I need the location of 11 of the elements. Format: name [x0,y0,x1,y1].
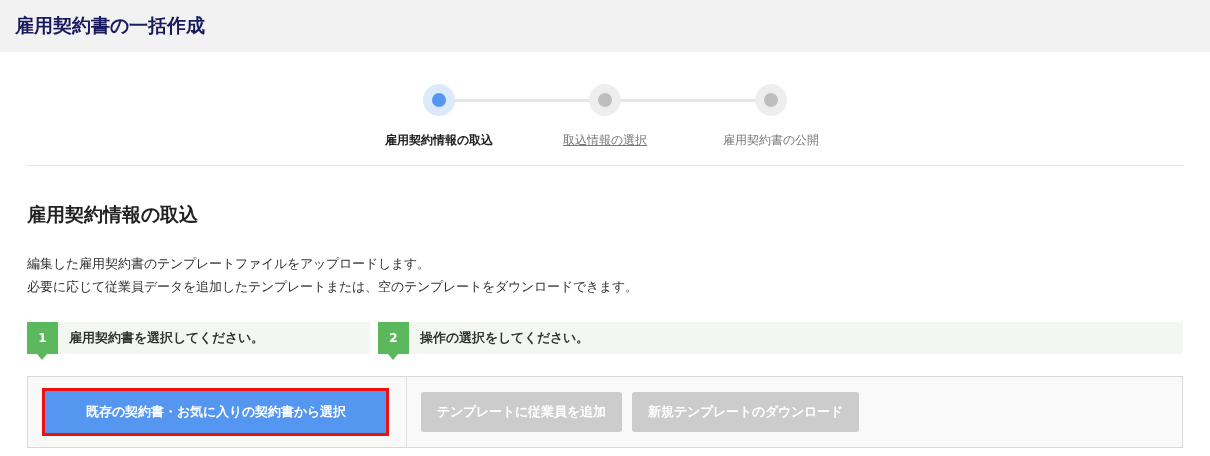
badge-pointer [37,354,47,360]
step-label: 雇用契約情報の取込 [385,132,493,149]
page-title: 雇用契約書の一括作成 [15,13,205,38]
step-label: 雇用契約書の公開 [723,132,819,149]
section-title: 雇用契約情報の取込 [27,202,199,227]
badge-pointer [388,354,398,360]
instruction-text: 雇用契約書を選択してください。 [69,329,264,347]
select-contract-button[interactable]: 既存の契約書・お気に入りの契約書から選択 [42,388,389,436]
section-description: 編集した雇用契約書のテンプレートファイルをアップロードします。 必要に応じて従業員データを追加したテンプレートまたは、空のテンプレートをダウンロードできます。 [27,255,639,296]
step-link[interactable]: 取込情報の選択 [563,132,647,149]
instruction-text: 操作の選択をしてください。 [420,329,589,347]
